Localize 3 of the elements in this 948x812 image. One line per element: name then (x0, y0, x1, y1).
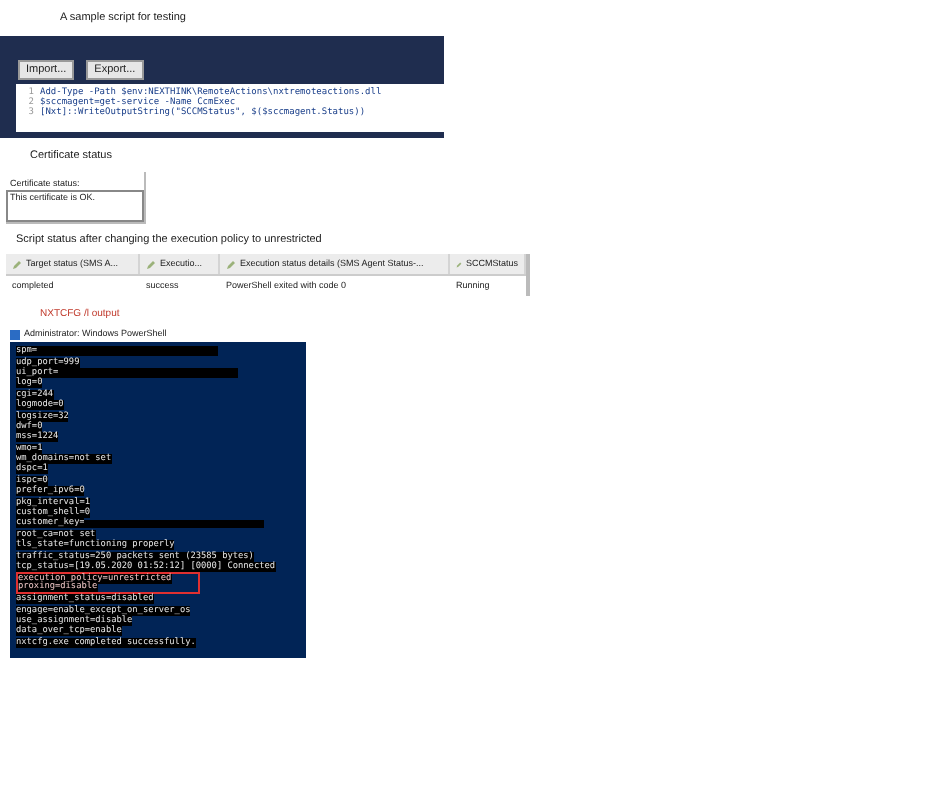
pencil-icon (146, 259, 156, 269)
pencil-icon (226, 259, 236, 269)
pencil-icon (12, 259, 22, 269)
